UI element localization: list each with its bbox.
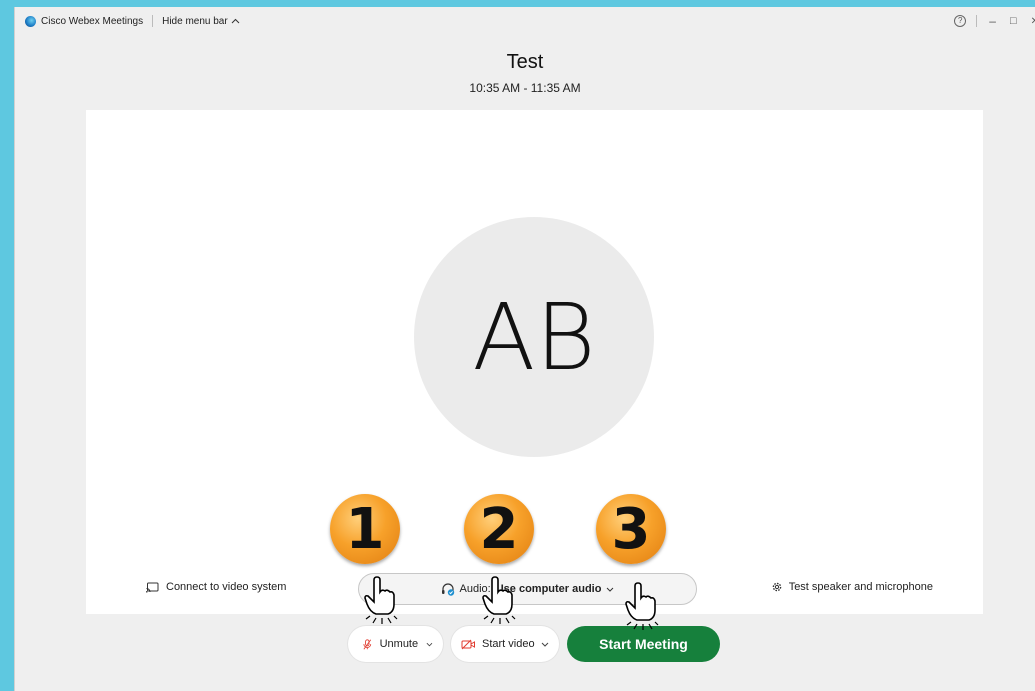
chevron-down-icon	[607, 587, 614, 592]
pointing-hand-icon	[625, 582, 659, 630]
video-preview: AB Connect to video system Audio: Use co…	[86, 110, 983, 614]
step-2-badge: 2	[464, 494, 534, 564]
connect-label: Connect to video system	[166, 581, 287, 593]
video-off-icon	[461, 639, 475, 649]
avatar: AB	[414, 217, 654, 457]
webex-window: Cisco Webex Meetings Hide menu bar ? – □…	[14, 7, 1035, 691]
title-bar: Cisco Webex Meetings Hide menu bar ? – □…	[15, 7, 1035, 35]
pointing-hand-icon	[482, 576, 516, 624]
headset-icon	[441, 582, 454, 596]
mic-muted-icon	[363, 638, 372, 649]
start-video-button[interactable]: Start video	[451, 626, 559, 662]
gear-icon	[772, 582, 781, 592]
webex-logo-icon	[25, 15, 36, 27]
start-video-label: Start video	[482, 638, 535, 650]
app-name: Cisco Webex Meetings	[41, 15, 144, 27]
divider	[976, 15, 978, 27]
start-meeting-button[interactable]: Start Meeting	[567, 626, 720, 662]
minimize-button[interactable]: –	[989, 14, 996, 28]
unmute-label: Unmute	[379, 638, 419, 650]
test-speaker-label: Test speaker and microphone	[788, 581, 933, 593]
step-3-badge: 3	[596, 494, 666, 564]
close-button[interactable]: ✕	[1031, 16, 1035, 27]
test-speaker-button[interactable]: Test speaker and microphone	[771, 581, 933, 593]
chevron-down-icon[interactable]	[426, 642, 433, 647]
hide-menu-label: Hide menu bar	[162, 15, 228, 27]
meeting-time: 10:35 AM - 11:35 AM	[469, 81, 581, 95]
unmute-button[interactable]: Unmute	[348, 626, 443, 662]
step-1-badge: 1	[330, 494, 400, 564]
connect-video-system-button[interactable]: Connect to video system	[146, 581, 286, 593]
chevron-up-icon	[231, 18, 240, 24]
chevron-down-icon[interactable]	[541, 642, 549, 647]
pointing-hand-icon	[364, 576, 398, 624]
divider	[152, 15, 154, 27]
cast-icon	[146, 582, 159, 593]
help-icon[interactable]: ?	[954, 15, 967, 27]
maximize-button[interactable]: □	[1010, 15, 1017, 27]
meeting-title: Test	[506, 51, 544, 73]
hide-menu-bar-button[interactable]: Hide menu bar	[162, 16, 240, 27]
window-controls: ? – □ ✕	[954, 7, 1035, 35]
meeting-controls: Unmute Start video Start Meeting	[15, 626, 1035, 662]
